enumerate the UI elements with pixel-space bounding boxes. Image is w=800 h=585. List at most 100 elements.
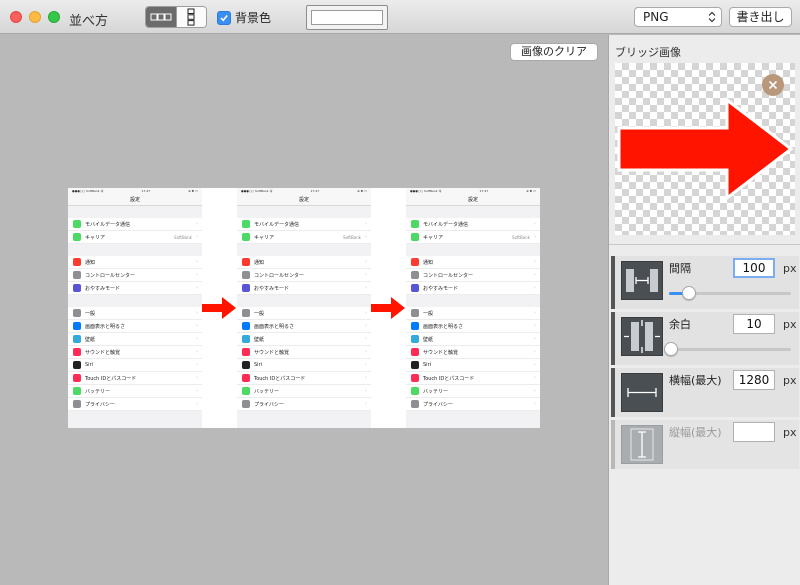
settings-row-label: おやすみモード — [85, 285, 121, 292]
max-height-input[interactable] — [733, 422, 775, 442]
settings-row: Touch IDとパスコード › — [68, 372, 202, 385]
settings-row-label: Touch IDとパスコード — [423, 375, 475, 382]
settings-row: 通知 › — [68, 256, 202, 269]
phone-screenshot[interactable]: ●●●○○ SoftBank 令 17:47 ⊕ ✱ ▭ 設定 モバイルデータ通信 › キャ… — [68, 188, 202, 428]
settings-row-label: Touch IDとパスコード — [85, 375, 137, 382]
setting-app-icon — [73, 309, 81, 317]
max-height-label: 縦幅(最大) — [669, 426, 722, 439]
chevron-right-icon: › — [365, 221, 367, 227]
settings-row-label: モバイルデータ通信 — [254, 221, 300, 228]
chevron-right-icon: › — [196, 259, 198, 265]
chevron-right-icon: › — [534, 234, 536, 240]
close-icon — [768, 80, 778, 90]
export-button[interactable]: 書き出し — [729, 7, 792, 27]
settings-row: おやすみモード › — [68, 282, 202, 295]
nav-title: 設定 — [237, 195, 371, 206]
setting-marker — [611, 420, 615, 469]
max-width-input[interactable]: 1280 — [733, 370, 775, 390]
settings-row-label: 壁紙 — [423, 336, 434, 343]
setting-app-icon — [411, 348, 419, 356]
clear-images-button[interactable]: 画像のクリア — [510, 43, 598, 61]
margin-input[interactable]: 10 — [733, 314, 775, 334]
phone-screenshot[interactable]: ●●●○○ SoftBank 令 17:47 ⊕ ✱ ▭ 設定 モバイルデータ通信 › キャ… — [237, 188, 371, 428]
horizontal-layout-button[interactable] — [146, 7, 176, 27]
max-width-icon — [621, 373, 663, 412]
settings-sidebar: ブリッジ画像 間隔 100 px 余白 10 px 横幅(最大) 1280 px… — [608, 35, 800, 585]
group-gap — [406, 244, 540, 256]
settings-row: コントロールセンター › — [68, 269, 202, 282]
chevron-right-icon: › — [534, 388, 536, 394]
chevron-right-icon: › — [534, 285, 536, 291]
bridge-image-title: ブリッジ画像 — [615, 46, 681, 59]
chevron-right-icon: › — [534, 272, 536, 278]
setting-app-icon — [242, 233, 250, 241]
setting-app-icon — [411, 374, 419, 382]
vertical-layout-button[interactable] — [175, 7, 206, 27]
layout-mode-segmented-control — [145, 6, 207, 28]
close-window-button[interactable] — [10, 11, 22, 23]
settings-row: 壁紙 › — [406, 333, 540, 346]
settings-row: おやすみモード › — [406, 282, 540, 295]
settings-row-label: サウンドと触覚 — [423, 349, 459, 356]
chevron-right-icon: › — [534, 336, 536, 342]
chevron-right-icon: › — [365, 323, 367, 329]
setting-app-icon — [411, 271, 419, 279]
settings-row-label: おやすみモード — [423, 285, 459, 292]
chevron-right-icon: › — [534, 259, 536, 265]
zoom-window-button[interactable] — [48, 11, 60, 23]
toolbar: 並べ方 背景色 PNG 書き出し — [0, 0, 800, 34]
chevron-right-icon: › — [534, 362, 536, 368]
chevron-right-icon: › — [534, 323, 536, 329]
group-gap — [68, 295, 202, 307]
settings-row-label: 画面表示と明るさ — [85, 323, 126, 330]
settings-row: Siri › — [68, 359, 202, 372]
chevron-right-icon: › — [365, 375, 367, 381]
settings-row-label: キャリア — [254, 234, 275, 241]
settings-row-label: コントロールセンター — [254, 272, 305, 279]
sidebar-divider — [609, 244, 800, 245]
margin-slider[interactable] — [669, 348, 791, 351]
setting-app-icon — [411, 400, 419, 408]
spacing-input[interactable]: 100 — [733, 258, 775, 278]
minimize-window-button[interactable] — [29, 11, 41, 23]
setting-marker — [611, 312, 615, 365]
settings-row: 画面表示と明るさ › — [406, 320, 540, 333]
status-carrier: ●●●○○ SoftBank 令 — [241, 189, 273, 193]
setting-app-icon — [242, 400, 250, 408]
background-color-checkbox[interactable]: 背景色 — [217, 9, 271, 26]
chevron-right-icon: › — [196, 362, 198, 368]
bridge-image-drop-area[interactable] — [615, 63, 795, 235]
chevron-updown-icon — [708, 11, 716, 23]
setting-app-icon — [73, 400, 81, 408]
settings-row: プライバシー › — [406, 398, 540, 411]
setting-app-icon — [73, 258, 81, 266]
settings-row-label: Siri — [85, 362, 94, 368]
settings-row-detail: SoftBank — [343, 234, 361, 240]
chevron-right-icon: › — [365, 259, 367, 265]
spacing-icon — [621, 261, 663, 300]
chevron-right-icon: › — [196, 349, 198, 355]
settings-row-label: モバイルデータ通信 — [85, 221, 131, 228]
chevron-right-icon: › — [196, 323, 198, 329]
spacing-setting: 間隔 100 px — [611, 256, 799, 309]
window-title: 並べ方 — [69, 14, 109, 29]
background-color-well[interactable] — [306, 5, 388, 30]
chevron-right-icon: › — [196, 285, 198, 291]
setting-app-icon — [73, 220, 81, 228]
max-height-setting: 縦幅(最大) px — [611, 420, 799, 469]
margin-slider-knob[interactable] — [664, 342, 679, 356]
settings-row: バッテリー › — [406, 385, 540, 398]
remove-bridge-image-button[interactable] — [762, 74, 784, 96]
setting-app-icon — [242, 309, 250, 317]
format-select[interactable]: PNG — [634, 7, 722, 27]
settings-row: サウンドと触覚 › — [406, 346, 540, 359]
settings-row-label: サウンドと触覚 — [254, 349, 290, 356]
setting-app-icon — [411, 284, 419, 292]
max-height-unit: px — [783, 426, 797, 439]
spacing-slider-knob[interactable] — [681, 286, 696, 300]
settings-row-label: バッテリー — [423, 388, 449, 395]
status-icons: ⊕ ✱ ▭ — [526, 189, 536, 193]
settings-row: バッテリー › — [68, 385, 202, 398]
phone-screenshot[interactable]: ●●●○○ SoftBank 令 17:47 ⊕ ✱ ▭ 設定 モバイルデータ通信 › キャ… — [406, 188, 540, 428]
chevron-right-icon: › — [534, 221, 536, 227]
